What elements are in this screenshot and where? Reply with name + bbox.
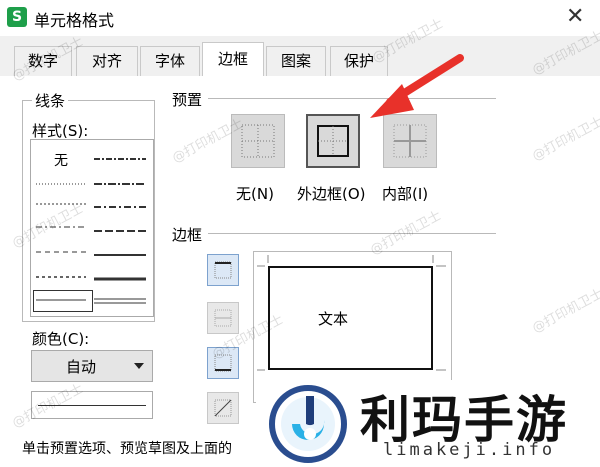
preview-outline-border bbox=[268, 266, 433, 370]
app-icon: S bbox=[7, 7, 27, 27]
dialog-title: 单元格格式 bbox=[34, 11, 115, 30]
border-diagonal-icon bbox=[214, 399, 232, 417]
overlay-brand-url: limakeji.info bbox=[383, 440, 556, 460]
border-horizontal-button[interactable] bbox=[207, 302, 239, 334]
hint-text: 单击预置选项、预览草图及上面的 bbox=[22, 441, 232, 457]
preset-inside-label[interactable]: 内部(I) bbox=[382, 183, 428, 204]
preset-none-label[interactable]: 无(N) bbox=[236, 183, 274, 204]
presets-title: 预置 bbox=[172, 91, 203, 109]
border-outline-icon bbox=[317, 125, 349, 157]
preview-text: 文本 bbox=[318, 310, 349, 328]
color-label: 颜色(C): bbox=[32, 330, 90, 348]
style-label: 样式(S): bbox=[32, 122, 89, 140]
border-diagonal-button[interactable] bbox=[207, 392, 239, 424]
color-value: 自动 bbox=[66, 358, 97, 376]
close-icon[interactable]: ✕ bbox=[566, 4, 584, 29]
border-top-icon bbox=[214, 261, 232, 279]
border-horizontal-icon bbox=[214, 309, 232, 327]
tab-pattern[interactable]: 图案 bbox=[266, 46, 326, 76]
line-group-title: 线条 bbox=[32, 90, 69, 111]
color-dropdown[interactable]: 自动 bbox=[31, 350, 153, 382]
tab-bar: 数字 对齐 字体 边框 图案 保护 bbox=[0, 36, 600, 77]
border-title: 边框 bbox=[172, 226, 203, 244]
preset-outline-label[interactable]: 外边框(O) bbox=[297, 183, 366, 204]
overlay-logo-icon bbox=[269, 385, 347, 463]
tab-border[interactable]: 边框 bbox=[202, 42, 264, 77]
tab-font[interactable]: 字体 bbox=[140, 46, 200, 76]
chevron-down-icon bbox=[134, 363, 144, 369]
tab-alignment[interactable]: 对齐 bbox=[76, 46, 138, 76]
border-divider bbox=[208, 233, 496, 234]
title-bar: S 单元格格式 ✕ bbox=[0, 0, 600, 36]
preset-outline-button[interactable] bbox=[306, 114, 360, 168]
selected-line-style[interactable] bbox=[33, 290, 93, 312]
border-top-button[interactable] bbox=[207, 254, 239, 286]
